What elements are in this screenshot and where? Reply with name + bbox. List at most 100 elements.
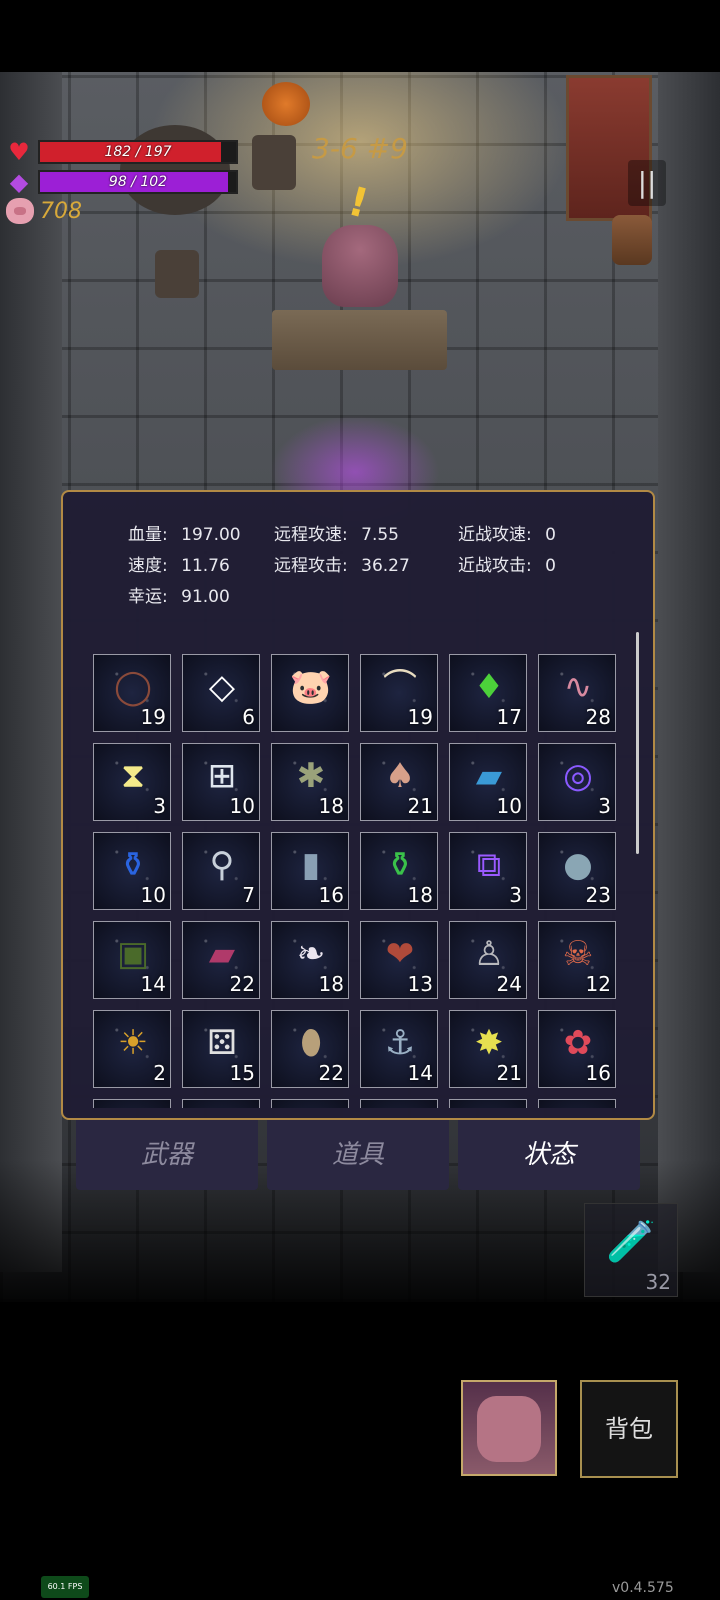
hp-row: ♥ 182 / 197 xyxy=(6,140,238,164)
item-slot[interactable]: ☠ 12 xyxy=(538,921,616,999)
item-slot[interactable] xyxy=(449,1099,527,1108)
quick-potion-slot[interactable]: 🧪 32 xyxy=(584,1203,678,1297)
bag-button[interactable]: 背包 xyxy=(580,1380,678,1478)
item-slot[interactable]: ♦ 17 xyxy=(449,654,527,732)
item-count: 18 xyxy=(407,883,433,907)
mana-gem-icon: ◆ xyxy=(9,168,29,196)
item-grid[interactable]: ◯ 19 ◇ 6 🐷 ⌒ 19 ♦ 17 ∿ 28 ⧗ 3 ⊞ 10 ✱ 18 ♠ 21 ▰ 10 ◎ 3 ⚱ 10 ⚲ 7 ▮ 16 ⚱… xyxy=(93,654,631,1108)
hp-bar: 182 / 197 xyxy=(38,140,238,164)
item-slot[interactable]: ✿ 16 xyxy=(538,1010,616,1088)
item-slot[interactable]: ∿ 28 xyxy=(538,654,616,732)
feather-icon: ❧ xyxy=(296,934,326,974)
item-count: 7 xyxy=(242,883,255,907)
item-count: 16 xyxy=(318,883,344,907)
item-slot[interactable]: ☀ 2 xyxy=(93,1010,171,1088)
left-wall xyxy=(0,72,62,1272)
diamond-badge-icon: ◇ xyxy=(208,667,236,707)
item-count: 21 xyxy=(496,1061,522,1085)
item-slot[interactable]: ● 23 xyxy=(538,832,616,910)
item-count: 3 xyxy=(153,794,166,818)
status-panel: 血量: 197.00 速度: 11.76 幸运: 91.00 远程攻速: 7.5… xyxy=(61,490,655,1120)
tab-weapons[interactable]: 武器 xyxy=(76,1120,258,1190)
top-black-bar xyxy=(0,0,720,72)
item-count: 10 xyxy=(496,794,522,818)
item-slot[interactable]: ⚱ 10 xyxy=(93,832,171,910)
purple-rune-icon: ⧉ xyxy=(476,845,502,885)
item-count: 3 xyxy=(598,794,611,818)
item-slot[interactable]: ⧗ 3 xyxy=(93,743,171,821)
stat-hp-value: 197.00 xyxy=(181,525,241,545)
stat-melee-atk-label: 近战攻击: xyxy=(458,556,532,576)
stat-melee-atk: 近战攻击: 0 xyxy=(458,551,556,576)
item-slot[interactable]: ⊞ 10 xyxy=(182,743,260,821)
pig-coin-icon xyxy=(6,198,34,224)
item-slot[interactable]: ✸ 21 xyxy=(449,1010,527,1088)
pause-button[interactable]: || xyxy=(628,160,666,206)
character-portrait[interactable] xyxy=(461,1380,557,1476)
item-slot[interactable]: ⌒ 19 xyxy=(360,654,438,732)
item-count: 21 xyxy=(407,794,433,818)
item-slot[interactable]: ▰ 10 xyxy=(449,743,527,821)
item-slot[interactable]: ✱ 18 xyxy=(271,743,349,821)
medkit-icon: ⊞ xyxy=(207,756,237,796)
level-indicator: 3-6 #9 xyxy=(312,132,408,165)
item-slot[interactable]: ♠ 21 xyxy=(360,743,438,821)
right-wall xyxy=(658,72,720,1272)
stat-speed-value: 11.76 xyxy=(181,556,230,576)
fps-counter: 60.1 FPS xyxy=(41,1576,89,1598)
thorn-crown-icon: ◯ xyxy=(113,667,153,707)
item-count: 12 xyxy=(585,972,611,996)
item-slot[interactable] xyxy=(271,1099,349,1108)
item-slot[interactable] xyxy=(538,1099,616,1108)
pig-merchant-npc[interactable] xyxy=(322,225,398,307)
pumpkin xyxy=(262,82,310,126)
item-slot[interactable]: ▰ 22 xyxy=(182,921,260,999)
star-icon: ✸ xyxy=(474,1023,504,1063)
item-count: 28 xyxy=(585,705,611,729)
stat-luck: 幸运: 91.00 xyxy=(128,582,230,607)
item-slot[interactable]: ◯ 19 xyxy=(93,654,171,732)
item-count: 18 xyxy=(318,972,344,996)
item-count: 2 xyxy=(153,1061,166,1085)
vial-icon: ▮ xyxy=(301,845,321,885)
green-potion-icon: ⚱ xyxy=(385,845,415,885)
item-slot[interactable] xyxy=(93,1099,171,1108)
stat-hp-label: 血量: xyxy=(128,525,168,545)
item-slot[interactable]: ◇ 6 xyxy=(182,654,260,732)
dice-icon: ⚄ xyxy=(207,1023,237,1063)
item-count: 18 xyxy=(318,794,344,818)
item-slot[interactable]: ⚱ 18 xyxy=(360,832,438,910)
magnifier-icon: ⚲ xyxy=(209,845,235,885)
item-slot[interactable]: ◎ 3 xyxy=(538,743,616,821)
stat-speed: 速度: 11.76 xyxy=(128,551,230,576)
item-slot[interactable]: ♙ 24 xyxy=(449,921,527,999)
item-count: 15 xyxy=(229,1061,255,1085)
item-slot[interactable]: 🐷 xyxy=(271,654,349,732)
tab-status[interactable]: 状态 xyxy=(458,1120,640,1190)
item-slot[interactable] xyxy=(182,1099,260,1108)
stat-ranged-speed: 远程攻速: 7.55 xyxy=(274,520,399,545)
worm-icon: ∿ xyxy=(563,667,593,707)
item-slot[interactable]: ❤ 13 xyxy=(360,921,438,999)
item-slot[interactable] xyxy=(360,1099,438,1108)
item-slot[interactable]: ⧉ 3 xyxy=(449,832,527,910)
item-slot[interactable]: ⬮ 22 xyxy=(271,1010,349,1088)
stool xyxy=(252,135,296,190)
piggy-bank-icon: 🐷 xyxy=(289,667,333,707)
tab-items[interactable]: 道具 xyxy=(267,1120,449,1190)
item-slot[interactable]: ⚄ 15 xyxy=(182,1010,260,1088)
blue-book-icon: ▰ xyxy=(475,756,503,796)
stat-melee-speed-label: 近战攻速: xyxy=(458,525,532,545)
item-count: 13 xyxy=(407,972,433,996)
scrollbar[interactable] xyxy=(636,632,639,854)
item-slot[interactable]: ⚲ 7 xyxy=(182,832,260,910)
stat-luck-value: 91.00 xyxy=(181,587,230,607)
egg-icon: ⬮ xyxy=(300,1023,322,1063)
sun-book-icon: ☀ xyxy=(117,1023,149,1063)
feather-skull-icon: ☠ xyxy=(562,934,594,974)
item-slot[interactable]: ⚓ 14 xyxy=(360,1010,438,1088)
item-slot[interactable]: ▮ 16 xyxy=(271,832,349,910)
item-slot[interactable]: ▣ 14 xyxy=(93,921,171,999)
item-count: 22 xyxy=(318,1061,344,1085)
item-slot[interactable]: ❧ 18 xyxy=(271,921,349,999)
